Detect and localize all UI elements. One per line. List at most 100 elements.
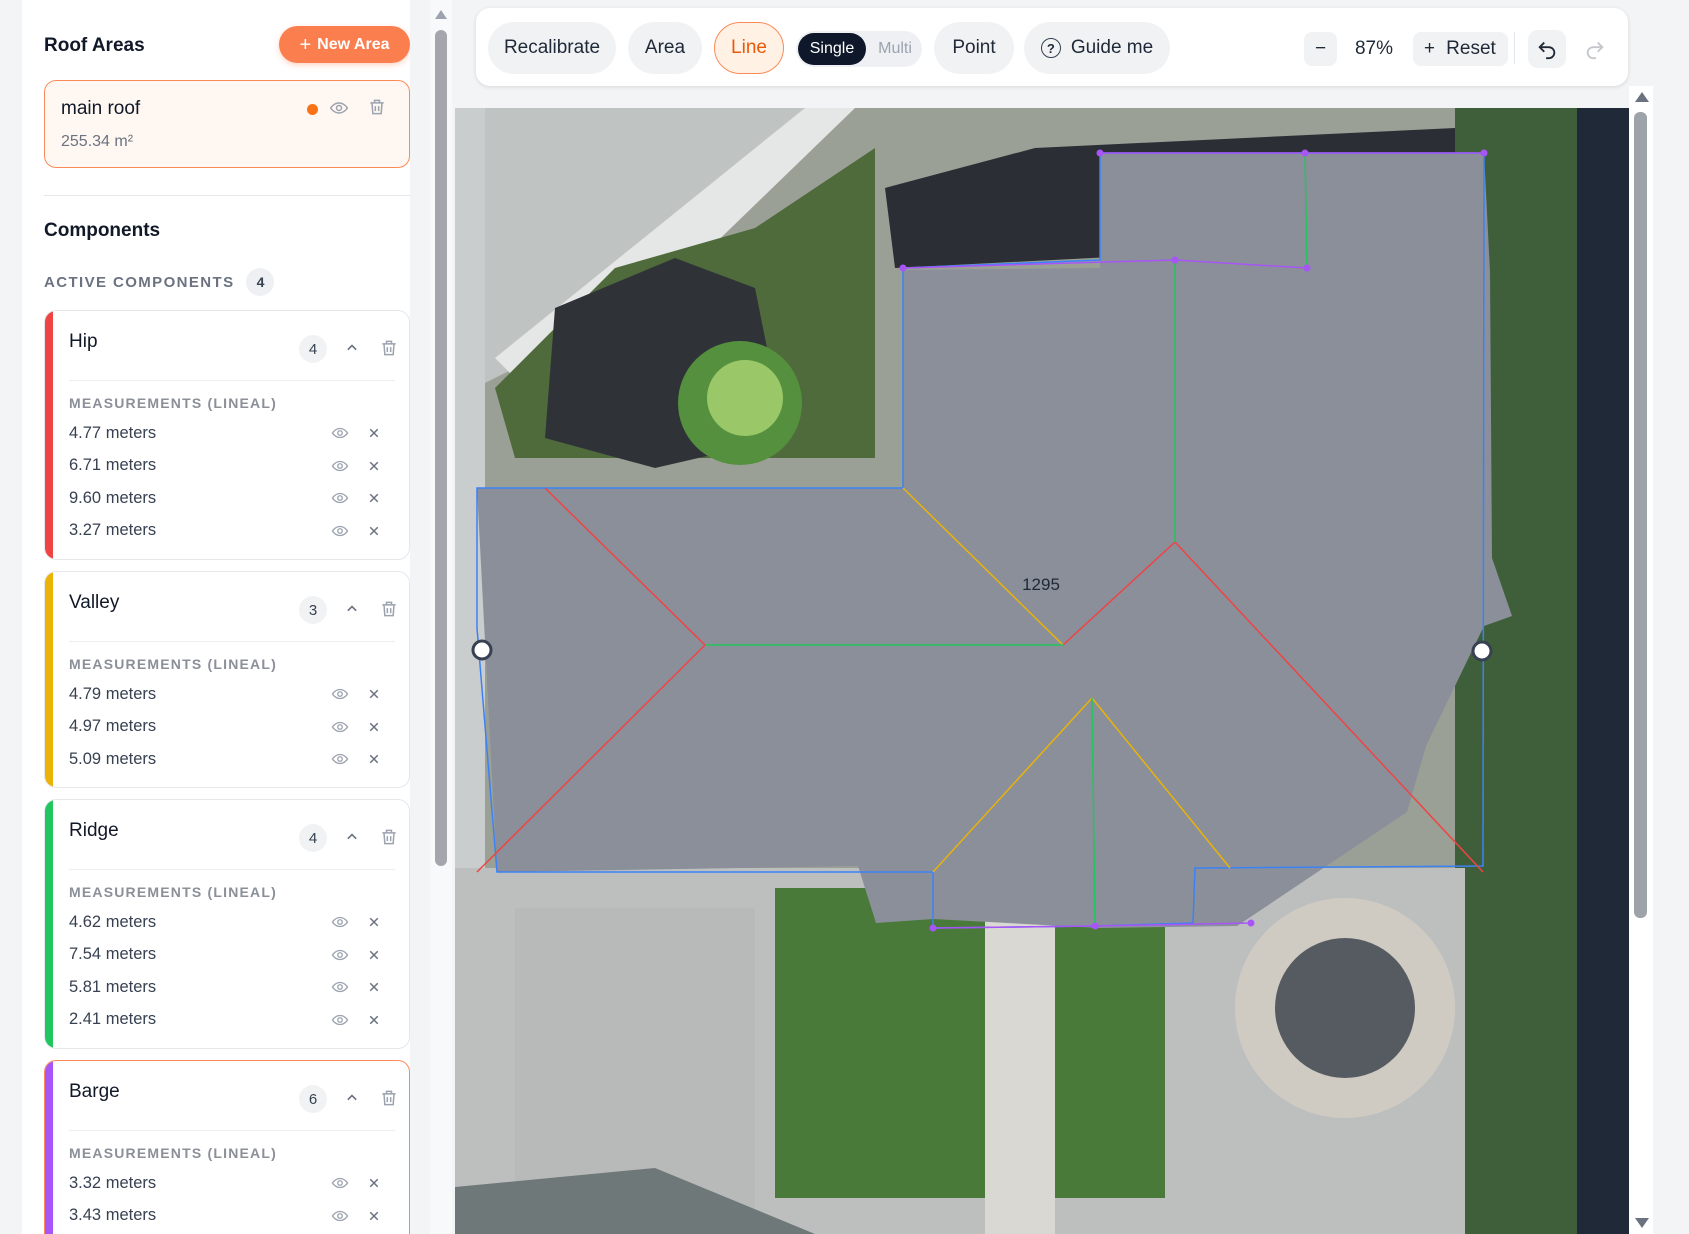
component-name: Hip [69, 331, 98, 352]
line-tool-button[interactable]: Line [714, 22, 784, 74]
chevron-up-icon[interactable] [342, 827, 362, 847]
aerial-image: 1295 [455, 108, 1577, 1234]
scroll-up-arrow[interactable] [1635, 92, 1649, 102]
line-mode-toggle[interactable]: Single Multi [796, 31, 922, 67]
chevron-up-icon[interactable] [342, 599, 362, 619]
area-name: main roof [61, 98, 141, 119]
vertex-handle[interactable] [1301, 149, 1309, 157]
eye-icon[interactable] [331, 424, 349, 442]
vertex-handle[interactable] [1171, 256, 1179, 264]
vertex-handle[interactable] [1247, 919, 1255, 927]
sidebar-divider [44, 195, 410, 196]
map-canvas[interactable]: 1295 [455, 108, 1577, 1234]
recalibrate-button[interactable]: Recalibrate [488, 22, 616, 74]
redo-button[interactable] [1576, 30, 1614, 68]
single-mode-option[interactable]: Single [798, 33, 866, 65]
canvas-scrollbar[interactable] [1629, 86, 1653, 1234]
measurement-row: 3.32 meters [69, 1167, 395, 1200]
close-icon[interactable] [365, 1174, 383, 1192]
close-icon[interactable] [365, 1207, 383, 1225]
eye-icon[interactable] [331, 718, 349, 736]
eye-icon[interactable] [331, 1011, 349, 1029]
close-icon[interactable] [365, 685, 383, 703]
vertex-handle[interactable] [1091, 922, 1099, 930]
component-color-bar [45, 572, 53, 787]
trash-icon[interactable] [379, 1088, 399, 1108]
component-card-hip[interactable]: Hip 4 MEASUREMENTS (LINEAL) 4.77 meters … [44, 310, 410, 560]
guide-me-button[interactable]: ? Guide me [1024, 22, 1170, 74]
component-divider [69, 380, 395, 381]
roof-areas-header: Roof Areas + New Area [44, 26, 410, 66]
zoom-out-button[interactable]: − [1304, 32, 1337, 66]
area-measure-label: 1295 [1022, 575, 1060, 594]
side-handle-left[interactable] [471, 639, 493, 661]
side-handle-right[interactable] [1471, 640, 1493, 662]
close-icon[interactable] [365, 718, 383, 736]
new-area-label: New Area [317, 35, 390, 53]
vertex-handle[interactable] [899, 264, 907, 272]
trash-icon[interactable] [379, 599, 399, 619]
close-icon[interactable] [365, 1011, 383, 1029]
point-tool-button[interactable]: Point [934, 22, 1014, 74]
roof-areas-title: Roof Areas [44, 35, 145, 56]
measurement-value: 2.41 meters [69, 1010, 157, 1029]
close-icon[interactable] [365, 489, 383, 507]
close-icon[interactable] [365, 522, 383, 540]
area-tool-button[interactable]: Area [628, 22, 702, 74]
close-icon[interactable] [365, 946, 383, 964]
trash-icon[interactable] [367, 97, 387, 117]
new-area-button[interactable]: + New Area [279, 26, 410, 63]
close-icon[interactable] [365, 750, 383, 768]
vertex-handle[interactable] [929, 924, 937, 932]
undo-button[interactable] [1528, 30, 1566, 68]
active-components-label: ACTIVE COMPONENTS [44, 273, 235, 291]
chevron-up-icon[interactable] [342, 1088, 362, 1108]
eye-icon[interactable] [331, 489, 349, 507]
vertex-handle[interactable] [1480, 149, 1488, 157]
component-color-bar [45, 311, 53, 559]
vertex-handle[interactable] [1096, 149, 1104, 157]
sidebar-scroll-thumb[interactable] [435, 30, 447, 866]
measurements-label: MEASUREMENTS (LINEAL) [69, 1145, 277, 1161]
component-card-valley[interactable]: Valley 3 MEASUREMENTS (LINEAL) 4.79 mete… [44, 571, 410, 788]
measurement-row: 2.41 meters [69, 1004, 395, 1037]
measurement-list: 4.77 meters 6.71 meters 9.60 meters 3.27… [69, 417, 395, 547]
eye-icon[interactable] [331, 946, 349, 964]
patio-furniture [1275, 938, 1415, 1078]
trash-icon[interactable] [379, 338, 399, 358]
measurements-label: MEASUREMENTS (LINEAL) [69, 395, 277, 411]
trash-icon[interactable] [379, 827, 399, 847]
close-icon[interactable] [365, 978, 383, 996]
close-icon[interactable] [365, 457, 383, 475]
area-size: 255.34 m² [61, 133, 134, 150]
eye-icon[interactable] [331, 913, 349, 931]
component-card-barge[interactable]: Barge 6 MEASUREMENTS (LINEAL) 3.32 meter… [44, 1060, 410, 1234]
eye-icon[interactable] [331, 685, 349, 703]
component-name: Barge [69, 1081, 120, 1102]
chevron-up-icon[interactable] [342, 338, 362, 358]
vertex-handle[interactable] [1303, 264, 1311, 272]
eye-icon[interactable] [331, 457, 349, 475]
measurement-row: 4.62 meters [69, 906, 395, 939]
sidebar-scrollbar[interactable] [430, 0, 452, 1234]
close-icon[interactable] [365, 913, 383, 931]
eye-icon[interactable] [331, 978, 349, 996]
scroll-up-arrow[interactable] [435, 10, 447, 19]
scroll-down-arrow[interactable] [1635, 1218, 1649, 1228]
component-card-ridge[interactable]: Ridge 4 MEASUREMENTS (LINEAL) 4.62 meter… [44, 799, 410, 1049]
measurement-value: 7.54 meters [69, 945, 157, 964]
measurement-row: 7.54 meters [69, 939, 395, 972]
eye-icon[interactable] [331, 1207, 349, 1225]
component-count-badge: 4 [299, 824, 327, 852]
area-card-main-roof[interactable]: main roof 255.34 m² [44, 80, 410, 168]
canvas-scroll-thumb[interactable] [1634, 112, 1647, 918]
eye-icon[interactable] [329, 98, 349, 118]
eye-icon[interactable] [331, 522, 349, 540]
measurement-row: 4.97 meters [69, 711, 395, 744]
multi-mode-option[interactable]: Multi [872, 33, 918, 65]
eye-icon[interactable] [331, 1174, 349, 1192]
eye-icon[interactable] [331, 750, 349, 768]
close-icon[interactable] [365, 424, 383, 442]
measurement-row: 9.60 meters [69, 482, 395, 515]
reset-button[interactable]: Reset [1434, 32, 1508, 66]
